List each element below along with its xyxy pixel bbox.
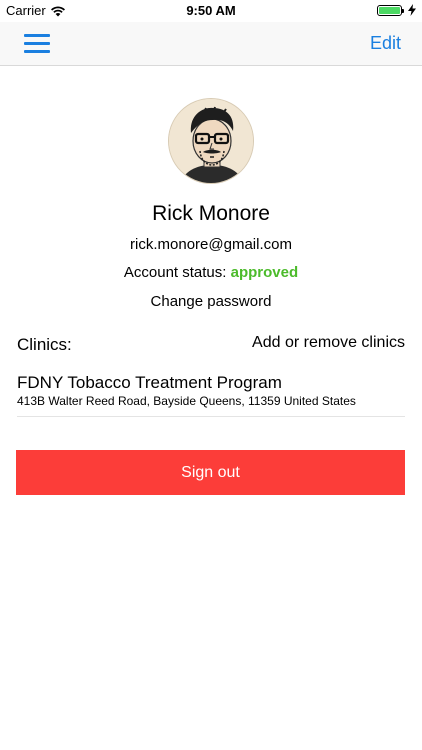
cartoon-avatar [169,99,253,183]
account-status-label: Account status: [123,264,227,281]
clinic-list-item[interactable]: FDNY Tobacco Treatment Program 413B Walt… [17,372,405,417]
clinics-label: Clinics: [17,335,72,354]
add-remove-clinics-button[interactable]: Add or remove clinics [252,334,405,352]
hamburger-menu-icon[interactable] [24,34,50,54]
avatar [168,98,254,184]
edit-button[interactable]: Edit [370,33,401,54]
sign-out-button[interactable]: Sign out [16,450,405,495]
status-time: 9:50 AM [186,3,236,18]
battery-icon [377,4,404,16]
navigation-bar: Edit [0,22,422,66]
status-bar: Carrier 9:50 AM [0,0,422,22]
charging-icon [408,4,416,16]
status-right [377,4,416,16]
account-status-value: approved [230,264,299,281]
clinic-address: 413B Walter Reed Road, Bayside Queens, 1… [17,394,356,408]
profile-name: Rick Monore [152,202,270,225]
change-password-button[interactable]: Change password [0,293,422,310]
clinic-name: FDNY Tobacco Treatment Program [17,373,282,392]
profile-email: rick.monore@gmail.com [130,236,292,253]
account-status: Account status: approved [0,264,422,281]
